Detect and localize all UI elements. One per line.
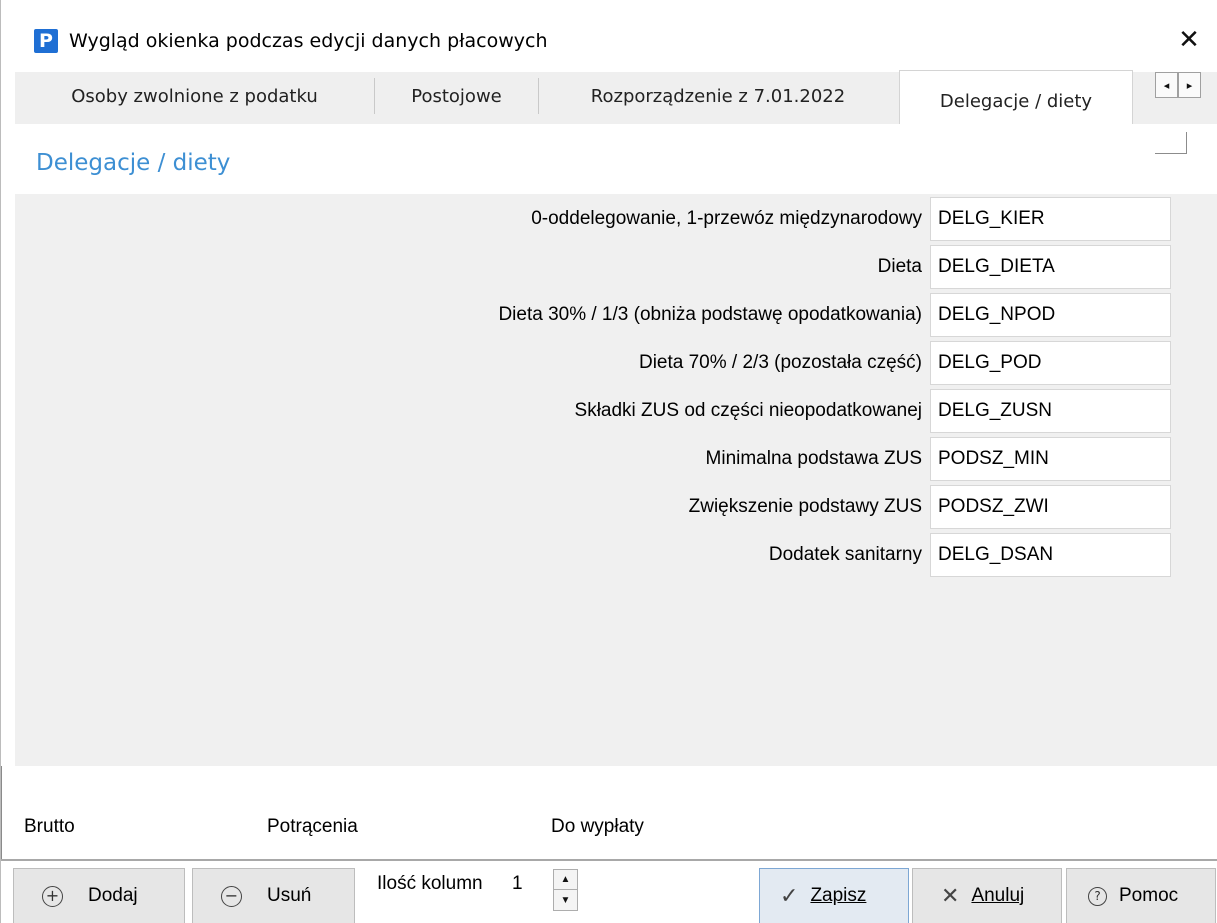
- bottom-toolbar: + Dodaj − Usuń ✓ Zapisz ✕ Anuluj ? Pomoc: [1, 861, 1217, 923]
- field-label-zwiekszenie-podstawy: Zwiększenie podstawy ZUS: [688, 496, 922, 517]
- columns-count-input[interactable]: 1: [506, 873, 546, 903]
- columns-count-label: Ilość kolumn: [377, 873, 483, 894]
- field-label-dieta-30: Dieta 30% / 1/3 (obniża podstawę opodatk…: [498, 304, 922, 325]
- field-input-minimalna-podstawa[interactable]: PODSZ_MIN: [930, 437, 1171, 481]
- tab-osoby-zwolnione[interactable]: Osoby zwolnione z podatku: [15, 72, 374, 120]
- field-input-dieta-30[interactable]: DELG_NPOD: [930, 293, 1171, 337]
- help-button[interactable]: ? Pomoc: [1066, 868, 1216, 923]
- save-button-label: Zapisz: [810, 885, 867, 906]
- tab-postojowe[interactable]: Postojowe: [375, 72, 538, 120]
- field-input-dodatek-sanitarny[interactable]: DELG_DSAN: [930, 533, 1171, 577]
- field-label-skladki-zus: Składki ZUS od części nieopodatkowanej: [574, 400, 922, 421]
- field-input-dieta-70[interactable]: DELG_POD: [930, 341, 1171, 385]
- dialog-window: P Wygląd okienka podczas edycji danych p…: [0, 0, 1217, 923]
- tab-scroll-left-button[interactable]: ◂: [1155, 72, 1178, 98]
- total-do-wyplaty-label: Do wypłaty: [551, 816, 644, 837]
- field-label-dieta-70: Dieta 70% / 2/3 (pozostała część): [638, 352, 922, 373]
- x-icon: ✕: [941, 883, 960, 909]
- section-title: Delegacje / diety: [36, 150, 231, 176]
- chevron-right-icon: ▸: [1186, 79, 1193, 92]
- field-label-oddelegowanie: 0-oddelegowanie, 1-przewóz międzynarodow…: [531, 208, 922, 229]
- tab-strip: Osoby zwolnione z podatku Postojowe Rozp…: [15, 70, 1217, 124]
- save-button[interactable]: ✓ Zapisz: [759, 868, 909, 923]
- stepper-down-icon[interactable]: ▼: [554, 890, 577, 910]
- add-button-label: Dodaj: [88, 885, 138, 906]
- title-bar: P Wygląd okienka podczas edycji danych p…: [1, 0, 1217, 68]
- add-button[interactable]: + Dodaj: [13, 868, 185, 923]
- question-circle-icon: ?: [1088, 886, 1107, 906]
- checkmark-icon: ✓: [780, 883, 799, 909]
- field-input-oddelegowanie[interactable]: DELG_KIER: [930, 197, 1171, 241]
- field-label-dodatek-sanitarny: Dodatek sanitarny: [768, 544, 922, 565]
- field-input-zwiekszenie-podstawy[interactable]: PODSZ_ZWI: [930, 485, 1171, 529]
- chevron-left-icon: ◂: [1163, 79, 1170, 92]
- tab-content: Delegacje / diety 0-oddelegowanie, 1-prz…: [15, 124, 1217, 766]
- field-input-skladki-zus[interactable]: DELG_ZUSN: [930, 389, 1171, 433]
- window-title: Wygląd okienka podczas edycji danych pła…: [69, 30, 548, 52]
- close-button[interactable]: ✕: [1169, 22, 1209, 58]
- section-header: Delegacje / diety: [15, 124, 1217, 194]
- tab-scroll-right-button[interactable]: ▸: [1178, 72, 1201, 98]
- app-logo-icon: P: [34, 29, 58, 53]
- columns-count-stepper[interactable]: ▲ ▼: [553, 869, 578, 911]
- stepper-up-icon[interactable]: ▲: [554, 870, 577, 890]
- tab-delegacje-diety[interactable]: Delegacje / diety: [899, 70, 1133, 124]
- help-button-label: Pomoc: [1119, 885, 1179, 906]
- plus-circle-icon: +: [42, 885, 63, 907]
- totals-row: Brutto Potrącenia Do wypłaty: [1, 766, 1217, 860]
- remove-button-label: Usuń: [267, 885, 312, 906]
- field-input-dieta[interactable]: DELG_DIETA: [930, 245, 1171, 289]
- cancel-button[interactable]: ✕ Anuluj: [912, 868, 1062, 923]
- resize-corner-icon: [1155, 132, 1187, 154]
- field-label-minimalna-podstawa: Minimalna podstawa ZUS: [705, 448, 922, 469]
- total-brutto-label: Brutto: [24, 816, 75, 837]
- total-potracenia-label: Potrącenia: [267, 816, 358, 837]
- cancel-button-label: Anuluj: [971, 885, 1025, 906]
- field-label-dieta: Dieta: [877, 256, 922, 277]
- tab-rozporzadzenie[interactable]: Rozporządzenie z 7.01.2022: [539, 72, 897, 120]
- minus-circle-icon: −: [221, 885, 242, 907]
- remove-button[interactable]: − Usuń: [192, 868, 355, 923]
